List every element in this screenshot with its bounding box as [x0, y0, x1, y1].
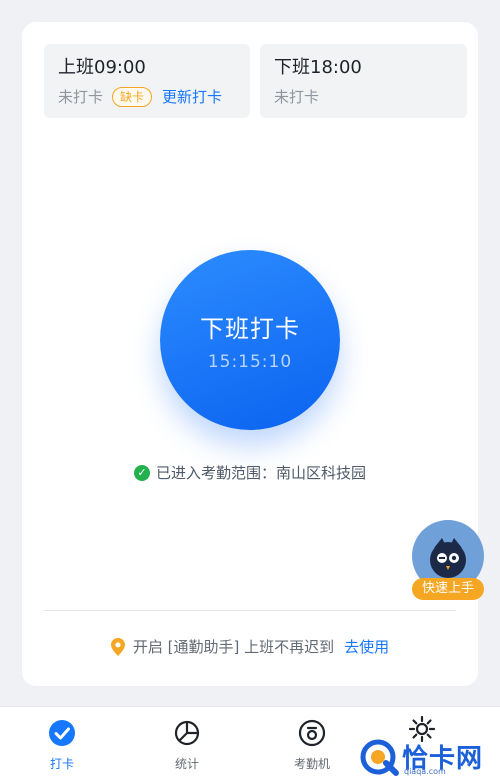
off-duty-shift: 下班18:00 未打卡 — [260, 44, 467, 118]
location-status: ✓ 已进入考勤范围：南山区科技园 — [22, 462, 478, 483]
on-duty-shift: 上班09:00 未打卡 缺卡 更新打卡 — [44, 44, 250, 118]
tab-clock-in[interactable]: 打卡 — [22, 719, 102, 772]
tab-label: 打卡 — [49, 757, 74, 771]
tab-statistics[interactable]: 统计 — [147, 719, 227, 772]
on-duty-status-row: 未打卡 缺卡 更新打卡 — [58, 86, 236, 108]
watermark-logo-icon — [360, 739, 399, 776]
check-circle-icon: ✓ — [133, 464, 150, 481]
check-circle-icon — [49, 720, 75, 746]
on-duty-title: 上班09:00 — [58, 57, 146, 78]
on-duty-status: 未打卡 — [58, 88, 104, 106]
location-text: 已进入考勤范围：南山区科技园 — [155, 464, 366, 482]
device-icon — [298, 719, 326, 747]
divider — [44, 610, 456, 611]
pie-chart-icon — [174, 720, 200, 746]
go-use-link[interactable]: 去使用 — [344, 636, 389, 657]
site-watermark: 恰卡网 qiaqa.com — [358, 735, 500, 778]
clock-button-time: 15:15:10 — [207, 351, 293, 372]
quick-start-badge: 快速上手 — [412, 578, 484, 600]
off-duty-status: 未打卡 — [274, 88, 320, 106]
watermark-sub: qiaqa.com — [404, 767, 446, 776]
off-duty-status-row: 未打卡 — [274, 86, 453, 108]
commute-assistant-row: 开启 [通勤助手] 上班不再迟到 去使用 — [22, 636, 478, 657]
missing-badge: 缺卡 — [112, 87, 153, 107]
clock-out-button[interactable]: 下班打卡 15:15:10 — [160, 250, 340, 430]
update-clock-link[interactable]: 更新打卡 — [162, 86, 222, 108]
tab-label: 考勤机 — [293, 757, 330, 771]
assist-text: 开启 [通勤助手] 上班不再迟到 — [132, 638, 335, 656]
mascot-icon — [430, 538, 466, 578]
tab-label: 统计 — [174, 757, 199, 771]
location-pin-icon — [110, 637, 125, 656]
clock-button-label: 下班打卡 — [200, 314, 300, 343]
tab-attendance-device[interactable]: 考勤机 — [272, 719, 352, 772]
off-duty-title: 下班18:00 — [274, 57, 362, 78]
quick-start-widget[interactable]: 快速上手 — [408, 520, 488, 604]
